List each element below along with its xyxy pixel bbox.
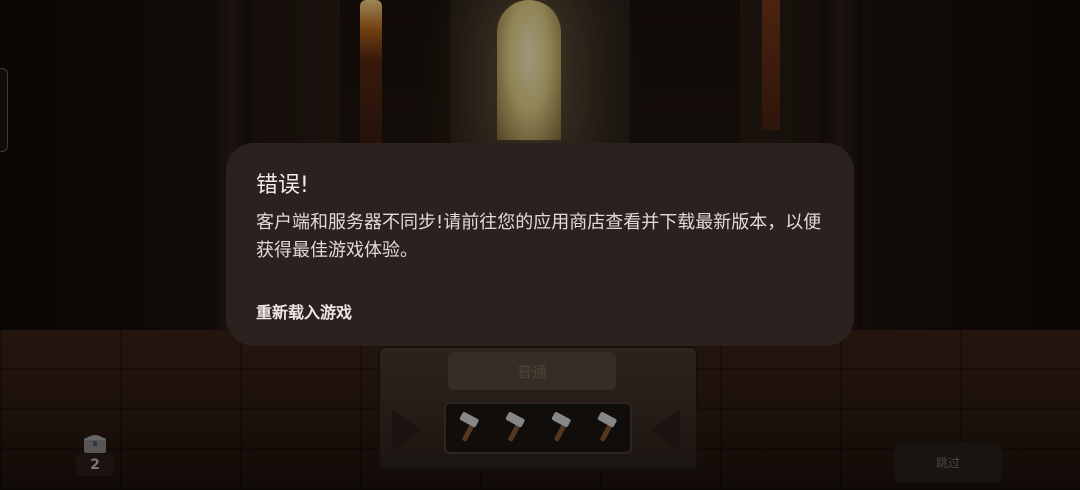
reload-game-button[interactable]: 重新载入游戏 <box>256 299 352 323</box>
game-screen: 普通 2 跳过 错误! 客户端和服务器不同步!请前往您的应用商店查看并下载最新版… <box>0 0 1080 490</box>
dialog-message: 客户端和服务器不同步!请前往您的应用商店查看并下载最新版本，以便获得最佳游戏体验… <box>256 212 822 261</box>
error-dialog: 错误! 客户端和服务器不同步!请前往您的应用商店查看并下载最新版本，以便获得最佳… <box>226 143 854 346</box>
dialog-title: 错误! <box>256 173 309 198</box>
